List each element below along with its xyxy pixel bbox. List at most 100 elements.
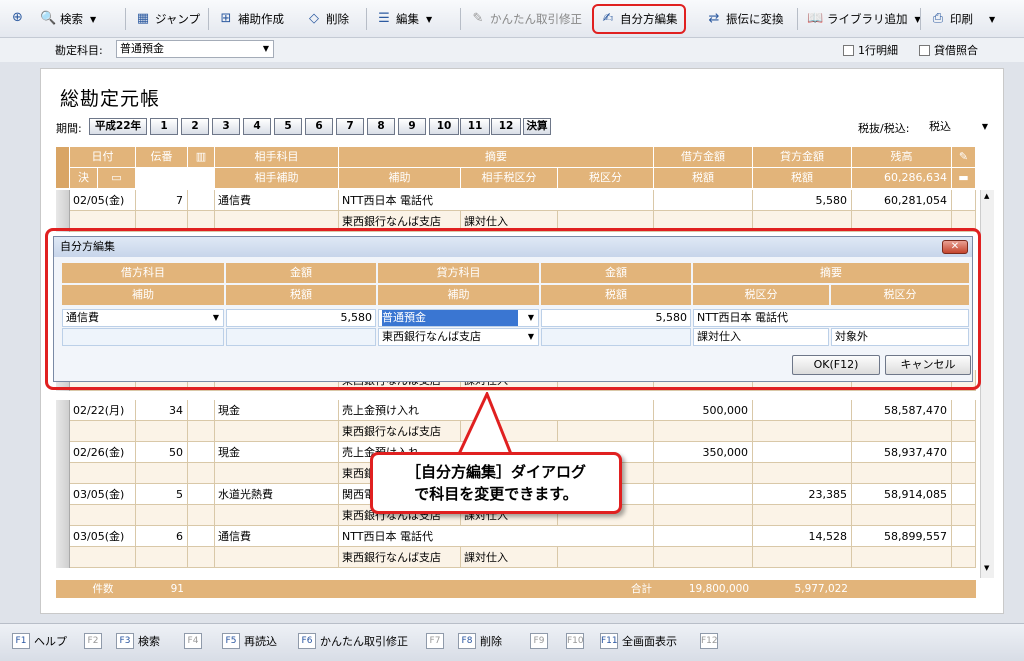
dropdown-arrow-icon: ▼: [90, 14, 97, 24]
search-button[interactable]: 🔍 検索 ▼: [40, 8, 96, 30]
col-balance: 残高: [852, 147, 952, 168]
cell-acct: 現金: [215, 400, 339, 421]
cell-credit: [753, 400, 852, 421]
table-row[interactable]: 02/22(月) 34 現金 売上金預け入れ 500,000 58,587,470: [56, 400, 976, 421]
period-month-button[interactable]: 10: [429, 118, 459, 135]
cell-bal: 58,899,557: [852, 526, 952, 547]
fkey-f4[interactable]: F4: [184, 631, 206, 651]
col-debit: 借方金額: [654, 147, 753, 168]
cell-no: 5: [136, 484, 188, 505]
period-era-button[interactable]: 平成22年: [89, 118, 147, 135]
edit-columns-icon[interactable]: ✎: [952, 147, 976, 168]
taxcls-1[interactable]: 課対仕入: [693, 328, 829, 346]
fkey-f10[interactable]: F10: [566, 631, 588, 651]
debit-account-select[interactable]: 通信費 ▼: [62, 309, 224, 327]
fkey-f7[interactable]: F7: [426, 631, 448, 651]
col-tekiyo: 摘要: [339, 147, 654, 168]
taxcls-2[interactable]: 対象外: [831, 328, 969, 346]
cell-bal: 60,281,054: [852, 190, 952, 211]
cell-debit: [654, 526, 753, 547]
credit-amount[interactable]: 5,580: [541, 309, 691, 327]
col-tax1: 税額: [654, 168, 753, 189]
credit-sub-select[interactable]: 東西銀行なんば支店 ▼: [378, 328, 539, 346]
reconcile-checkbox[interactable]: 貸借照合: [919, 42, 978, 58]
period-month-button[interactable]: 11: [460, 118, 490, 135]
jibun-edit-button[interactable]: ✍ 自分方編集: [592, 4, 686, 34]
sub-create-button[interactable]: ⊞ 補助作成: [218, 8, 284, 30]
col-taxcls: 税区分: [558, 168, 654, 189]
account-select[interactable]: 普通預金 ▼: [116, 40, 274, 58]
cell-bal: 58,587,470: [852, 400, 952, 421]
fkey-f1[interactable]: F1 ヘルプ: [12, 631, 67, 651]
dropdown-arrow-icon: ▼: [262, 44, 269, 53]
edit-button[interactable]: ☰ 編集 ▼: [376, 8, 432, 30]
fkey-f5[interactable]: F5 再読込: [222, 631, 277, 651]
tekiyo-field[interactable]: NTT西日本 電話代: [693, 309, 969, 327]
fkey-f2[interactable]: F2: [84, 631, 106, 651]
col-credit: 貸方金額: [753, 147, 852, 168]
search-icon: 🔍: [40, 11, 57, 26]
col-balance-carry: 60,286,634: [852, 168, 952, 189]
fkey-f11[interactable]: F11 全画面表示: [600, 631, 677, 651]
col-tax2: 税額: [753, 168, 852, 189]
vertical-scrollbar[interactable]: ▲ ▼: [980, 190, 994, 578]
add-icon[interactable]: ⊕: [12, 10, 23, 25]
cancel-button[interactable]: キャンセル: [885, 355, 971, 375]
ok-button[interactable]: OK(F12): [792, 355, 880, 375]
tax-select[interactable]: 税込 ▼: [926, 117, 992, 136]
period-month-button[interactable]: 3: [212, 118, 240, 135]
pencil-icon: ✎: [472, 11, 484, 26]
one-line-checkbox[interactable]: 1行明細: [843, 42, 898, 58]
fkey-f12[interactable]: F12: [700, 631, 722, 651]
period-settle-button[interactable]: 決算: [523, 118, 551, 135]
period-month-button[interactable]: 1: [150, 118, 178, 135]
print-button[interactable]: ⎙ 印刷 ▼: [930, 8, 995, 30]
table-row[interactable]: 02/05(金) 7 通信費 NTT西日本 電話代 5,580 60,281,054: [56, 190, 976, 211]
library-button[interactable]: 📖 ライブラリ追加 ▼: [807, 8, 921, 30]
cell-date: 02/26(金): [70, 442, 136, 463]
scroll-up-icon[interactable]: ▲: [984, 192, 989, 200]
furikae-button[interactable]: ⇄ 振伝に変換: [706, 8, 784, 30]
memo-icon[interactable]: ▭: [98, 168, 136, 189]
cell-credit: 5,580: [753, 190, 852, 211]
function-key-bar: F1 ヘルプ F2 F3 検索 F4 F5 再読込 F6 かんたん取引修正 F7 F8 削除 F9 F10 F…: [0, 623, 1024, 661]
table-row-sub[interactable]: 東西銀行なんば支店: [56, 421, 976, 442]
close-icon[interactable]: ✕: [942, 240, 968, 254]
period-month-button[interactable]: 8: [367, 118, 395, 135]
scroll-down-icon[interactable]: ▼: [984, 564, 989, 572]
dropdown-arrow-icon: ▼: [527, 332, 534, 341]
dropdown-arrow-icon: ▼: [989, 14, 996, 24]
period-month-button[interactable]: 6: [305, 118, 333, 135]
period-month-button[interactable]: 5: [274, 118, 302, 135]
fkey-f6[interactable]: F6 かんたん取引修正: [298, 631, 408, 651]
credit-account-select[interactable]: 普通預金 ▼: [378, 309, 539, 327]
dropdown-arrow-icon: ▼: [212, 313, 219, 322]
kantan-edit-button[interactable]: ✎ かんたん取引修正: [470, 8, 582, 30]
period-month-button[interactable]: 12: [491, 118, 521, 135]
cell-acct: 通信費: [215, 526, 339, 547]
fkey-f8[interactable]: F8 削除: [458, 631, 502, 651]
table-row-sub[interactable]: 東西銀行なんば支店課対仕入: [56, 547, 976, 568]
debit-amount[interactable]: 5,580: [226, 309, 376, 327]
period-month-button[interactable]: 7: [336, 118, 364, 135]
cell-credit: 23,385: [753, 484, 852, 505]
table-row[interactable]: 03/05(金) 6 通信費 NTT西日本 電話代 14,528 58,899,557: [56, 526, 976, 547]
period-month-button[interactable]: 9: [398, 118, 426, 135]
period-month-button[interactable]: 4: [243, 118, 271, 135]
fkey-f3[interactable]: F3 検索: [116, 631, 160, 651]
cell-bal: 58,914,085: [852, 484, 952, 505]
cell-credit: 14,528: [753, 526, 852, 547]
jump-button[interactable]: ▦ ジャンプ: [135, 8, 200, 30]
columns-icon[interactable]: ▥: [188, 147, 215, 168]
color-icon[interactable]: ▬: [952, 168, 976, 189]
period-month-button[interactable]: 2: [181, 118, 209, 135]
cell-no: 34: [136, 400, 188, 421]
cell-date: 02/05(金): [70, 190, 136, 211]
col-aite-tax: 相手税区分: [461, 168, 558, 189]
add-sub-icon: ⊞: [220, 11, 232, 26]
col-sub: 補助: [339, 168, 461, 189]
fkey-f9[interactable]: F9: [530, 631, 552, 651]
cell-no: 7: [136, 190, 188, 211]
delete-button[interactable]: ◇ 削除: [306, 8, 349, 30]
cell-acct: 現金: [215, 442, 339, 463]
